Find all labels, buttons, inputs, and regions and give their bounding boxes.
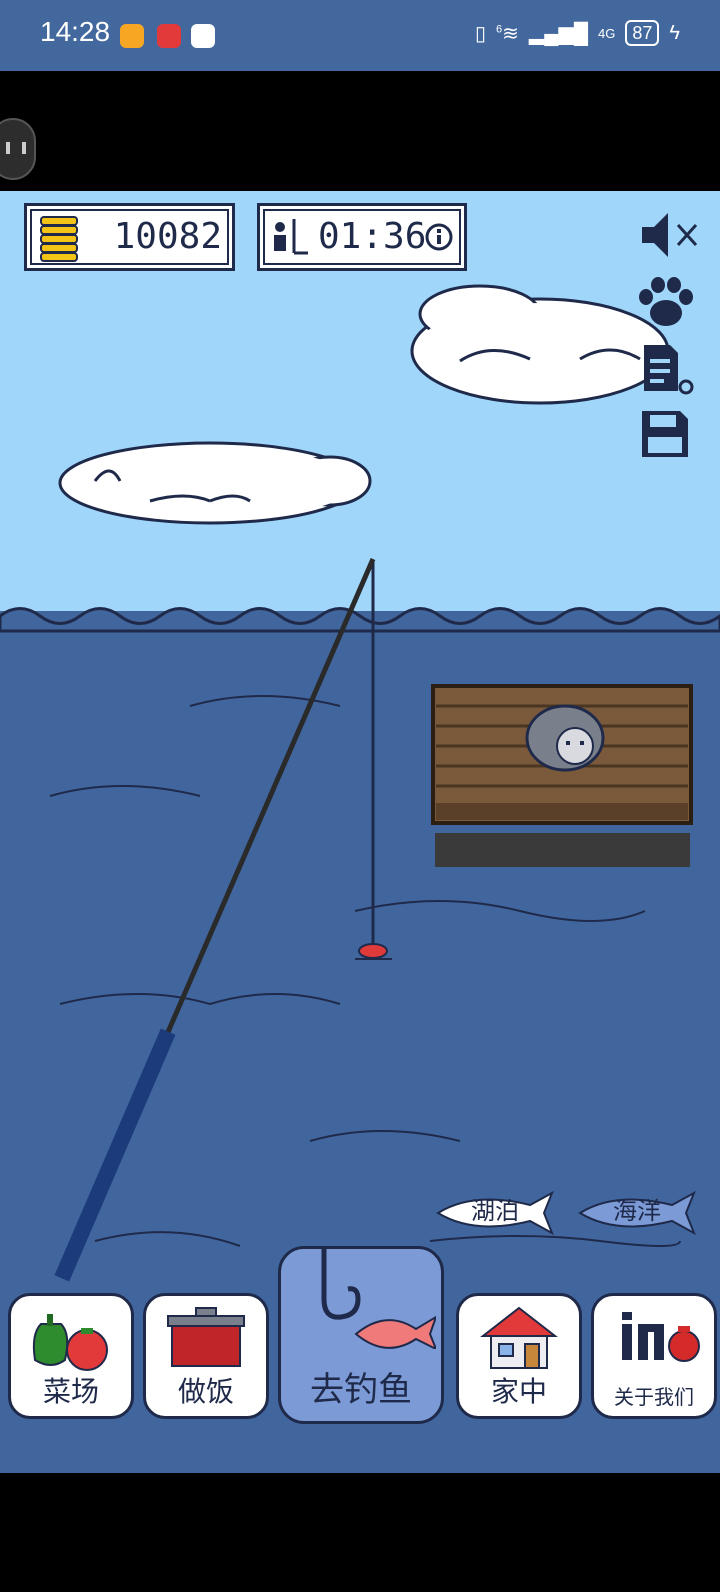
- speaker-muted-icon[interactable]: [640, 211, 700, 259]
- nav-fishing[interactable]: 去钓鱼: [278, 1246, 444, 1424]
- timer-value: 01:36: [318, 216, 427, 257]
- cooking-pot-icon: [167, 1307, 245, 1367]
- bobber: [355, 943, 392, 960]
- nav-label: 做饭: [177, 1375, 234, 1408]
- battery-indicator: 87: [625, 20, 660, 46]
- status-time: 14:28: [40, 16, 111, 47]
- network-type: 4G: [598, 25, 616, 41]
- nav-home[interactable]: 家中: [456, 1293, 582, 1419]
- hook-and-fish-icon: [321, 1249, 436, 1349]
- coin-value: 10082: [113, 216, 222, 257]
- charging-icon: ϟ: [669, 21, 680, 44]
- raft-shadow: [435, 833, 690, 867]
- cat-sprite: [525, 704, 605, 772]
- huawei-notification-icon: [157, 24, 181, 48]
- place-lake-label: 湖泊: [471, 1197, 519, 1225]
- status-indicators: ▯ 6≋ ▂▄▆█ 4G 87 ϟ: [475, 20, 680, 46]
- vegetables-icon: [32, 1314, 108, 1371]
- system-nav-area: [0, 1473, 720, 1592]
- coin-counter: 10082: [24, 203, 235, 271]
- save-icon[interactable]: [640, 409, 690, 461]
- house-icon: [480, 1306, 558, 1369]
- place-lake-button[interactable]: 湖泊: [434, 1191, 556, 1235]
- floating-assistant-button[interactable]: [0, 118, 36, 180]
- signal-icon: ▂▄▆█: [528, 22, 589, 45]
- place-ocean-label: 海洋: [613, 1197, 661, 1225]
- status-bar: 14:28 ▯ 6≋ ▂▄▆█ 4G 87 ϟ: [0, 0, 720, 71]
- about-icon: [622, 1312, 700, 1362]
- nav-label: 家中: [490, 1375, 547, 1408]
- document-icon[interactable]: [640, 341, 696, 399]
- app-notification-icon: [120, 24, 144, 48]
- paw-icon[interactable]: [636, 275, 696, 331]
- horizon-waves: [0, 607, 720, 633]
- chat-notification-icon: [191, 24, 215, 48]
- nav-market[interactable]: 菜场: [8, 1293, 134, 1419]
- nav-cook[interactable]: 做饭: [143, 1293, 269, 1419]
- cloud-right: [410, 284, 670, 405]
- nav-label: 关于我们: [614, 1385, 694, 1409]
- nav-about[interactable]: 关于我们: [591, 1293, 717, 1419]
- coin-stack-icon: [40, 216, 78, 262]
- vibrate-icon: ▯: [475, 22, 487, 45]
- fishing-timer[interactable]: 01:36: [257, 203, 467, 271]
- place-ocean-button[interactable]: 海洋: [576, 1191, 698, 1235]
- nav-label: 菜场: [42, 1375, 99, 1408]
- bottom-nav: 菜场 做饭 去钓鱼 家中 关于我们: [0, 1246, 720, 1424]
- wifi-icon: 6≋: [496, 22, 519, 45]
- cloud-left: [58, 441, 372, 525]
- nav-label: 去钓鱼: [310, 1370, 412, 1410]
- info-icon[interactable]: [424, 222, 454, 252]
- fisher-icon: [274, 219, 308, 255]
- game-scene: 10082 01:36 湖泊 海洋 菜场 做饭 去钓鱼 家中 关于我们: [0, 191, 720, 1473]
- ad-band: [0, 71, 720, 191]
